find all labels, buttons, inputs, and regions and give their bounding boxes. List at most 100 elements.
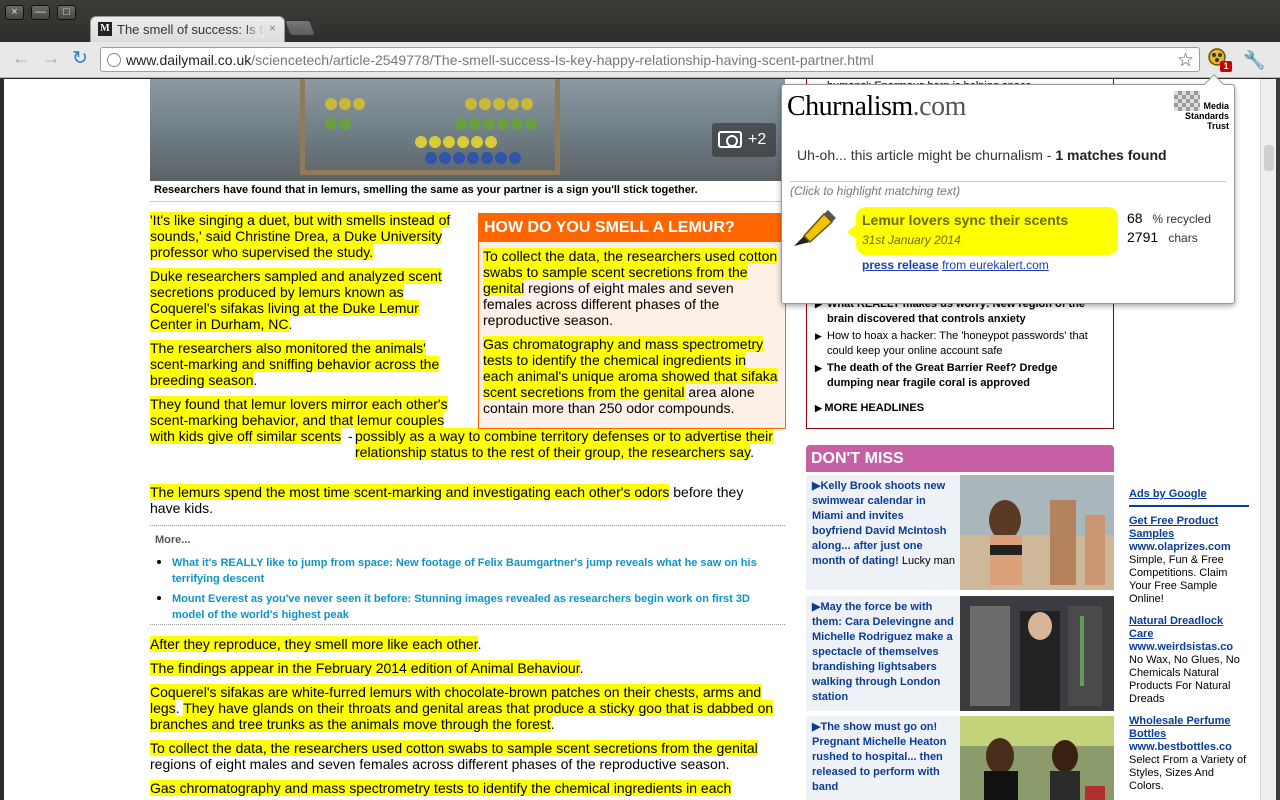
forward-button[interactable]: → [40, 49, 62, 69]
recycled-percent: 68 [1127, 210, 1143, 226]
browser-toolbar: ← → ↻ www.dailymail.co.uk/sciencetech/ar… [0, 42, 1280, 78]
photo-count-label: +2 [748, 131, 767, 148]
tab-title: The smell of success: Is the [117, 22, 265, 38]
recycled-label: % recycled [1152, 212, 1212, 226]
churnalism-extension-button[interactable]: 1 [1207, 47, 1232, 72]
bullet-icon [157, 560, 161, 564]
fact-box-paragraph: To collect the data, the researchers use… [483, 248, 779, 328]
bullet-icon [157, 596, 161, 600]
dont-miss-item[interactable]: ▶The show must go on! Pregnant Michelle … [806, 716, 1114, 800]
arrow-icon: ▶ [815, 403, 825, 413]
highlighted-text[interactable]: possibly as a way to combine territory d… [355, 428, 773, 460]
ad-url[interactable]: www.weirdsistas.co [1129, 641, 1249, 654]
url-host: www.dailymail.co.uk [126, 52, 252, 68]
globe-icon [107, 53, 121, 67]
highlighted-text[interactable]: To collect the data, the researchers use… [150, 740, 758, 756]
more-headlines-label: MORE HEADLINES [824, 402, 925, 414]
article-paragraph: possibly as a way to combine territory d… [355, 428, 773, 460]
ads-by-google-label[interactable]: Ads by Google [1129, 488, 1249, 507]
more-headlines-link[interactable]: ▶ MORE HEADLINES [815, 402, 924, 414]
highlighted-text[interactable]: The findings appear in the February 2014… [150, 660, 580, 676]
dont-miss-headline[interactable]: The show must go on! Pregnant Michelle H… [812, 721, 946, 793]
ad-title[interactable]: Natural Dreadlock Care [1129, 615, 1249, 641]
match-title[interactable]: Lemur lovers sync their scents [862, 212, 1068, 228]
dont-miss-photo[interactable] [960, 596, 1114, 711]
churnalism-message: Uh-oh... this article might be churnalis… [797, 147, 1167, 163]
abacus-bead-row [305, 151, 560, 165]
article-paragraph: To collect the data, the researchers use… [150, 740, 780, 772]
window-close-button[interactable]: × [5, 5, 24, 20]
dont-miss-header: DON'T MISS [806, 445, 1114, 472]
extension-badge: 1 [1220, 61, 1232, 72]
photo-gallery-button[interactable]: +2 [712, 123, 776, 157]
media-standards-trust-logo: Media Standards Trust [1172, 91, 1232, 131]
headline-text: The death of the Great Barrier Reef? Dre… [827, 362, 1058, 389]
article-hero-image[interactable]: +2 [150, 79, 785, 181]
dont-miss-text: ▶Kelly Brook shoots new swimwear calenda… [812, 479, 956, 569]
new-tab-button[interactable] [284, 20, 316, 36]
highlighted-text[interactable]: 'It's like singing a duet, but with smel… [150, 212, 451, 260]
reload-button[interactable]: ↻ [69, 49, 91, 69]
arrow-icon: ▶ [815, 363, 822, 373]
tab-close-icon[interactable]: × [269, 21, 276, 35]
fact-box-paragraph: Gas chromatography and mass spectrometry… [483, 336, 779, 416]
highlighted-text[interactable]: Gas chromatography and mass spectrometry… [150, 780, 732, 796]
dont-miss-headline[interactable]: May the force be with them: Cara Delevin… [812, 601, 954, 703]
match-result[interactable]: Lemur lovers sync their scents 31st Janu… [847, 207, 1118, 255]
dont-miss-item[interactable]: ▶May the force be with them: Cara Delevi… [806, 596, 1114, 711]
match-count: 1 matches found [1055, 147, 1167, 163]
window-edge [1276, 79, 1280, 800]
highlighted-text[interactable]: The researchers also monitored the anima… [150, 340, 440, 388]
fact-box-title: HOW DO YOU SMELL A LEMUR? [479, 214, 785, 242]
bookmark-star-icon[interactable]: ☆ [1177, 49, 1194, 72]
headline-item[interactable]: ▶ How to hoax a hacker: The 'honeypot pas… [815, 329, 1105, 359]
address-bar[interactable]: www.dailymail.co.uk/sciencetech/article-… [100, 47, 1200, 72]
highlighted-text[interactable]: The lemurs spend the most time scent-mar… [150, 484, 670, 500]
highlight-hint: (Click to highlight matching text) [790, 184, 961, 198]
dont-miss-photo[interactable] [960, 475, 1114, 590]
dailymail-favicon-icon: M [98, 22, 112, 36]
window-minimize-button[interactable]: — [31, 5, 50, 20]
highlighted-text[interactable]: They have glands on their throats and ge… [150, 700, 774, 732]
abacus-bead-row [305, 117, 560, 131]
ad-url[interactable]: www.olaprizes.com [1129, 541, 1249, 554]
ad-item[interactable]: Natural Dreadlock Care www.weirdsistas.c… [1129, 615, 1249, 706]
image-caption: Researchers have found that in lemurs, s… [154, 184, 698, 196]
arrow-icon: ▶ [815, 331, 822, 341]
dont-miss-headline[interactable]: Kelly Brook shoots new swimwear calendar… [812, 480, 946, 567]
url-text[interactable]: www.dailymail.co.uk/sciencetech/article-… [126, 52, 874, 68]
ad-item[interactable]: Wholesale Perfume Bottles www.bestbottle… [1129, 715, 1249, 793]
highlighted-text[interactable]: Duke researchers sampled and analyzed sc… [150, 268, 442, 332]
browser-tab[interactable]: M The smell of success: Is the × [90, 16, 285, 42]
ad-url[interactable]: www.bestbottles.co [1129, 741, 1249, 754]
source-type[interactable]: press release [862, 258, 939, 272]
dont-miss-photo[interactable] [960, 716, 1114, 800]
headline-item[interactable]: ▶ The death of the Great Barrier Reef? Dr… [815, 361, 1105, 391]
source-link[interactable]: press release from eurekalert.com [862, 258, 1049, 272]
related-link[interactable]: What it's REALLY like to jump from space… [172, 555, 762, 587]
article-paragraph: Duke researchers sampled and analyzed sc… [150, 268, 442, 332]
popup-divider [790, 181, 1226, 182]
dont-miss-item[interactable]: ▶Kelly Brook shoots new swimwear calenda… [806, 475, 1114, 590]
logo-com: .com [912, 91, 967, 122]
google-ads: Ads by Google Get Free Product Samples w… [1129, 488, 1249, 800]
chars-label: chars [1168, 231, 1198, 245]
article-paragraph: 'It's like singing a duet, but with smel… [150, 212, 462, 260]
message-text: Uh-oh... this article might be churnalis… [797, 147, 1056, 163]
related-link[interactable]: Mount Everest as you've never seen it be… [172, 591, 762, 623]
source-name[interactable]: from eurekalert.com [942, 258, 1049, 272]
wrench-menu-icon[interactable]: 🔧 [1243, 50, 1265, 71]
highlighted-text[interactable]: After they reproduce, they smell more li… [150, 636, 478, 652]
back-button[interactable]: ← [10, 49, 32, 69]
ad-description: Simple, Fun & Free Competitions. Claim Y… [1129, 554, 1228, 605]
ad-item[interactable]: Get Free Product Samples www.olaprizes.c… [1129, 515, 1249, 606]
highlighter-marker-icon [794, 210, 836, 246]
ad-title[interactable]: Get Free Product Samples [1129, 515, 1249, 541]
page-scrollbar[interactable] [1260, 79, 1276, 800]
dont-miss-sub: Lucky man [901, 555, 956, 567]
scrollbar-thumb[interactable] [1264, 145, 1274, 171]
ad-title[interactable]: Wholesale Perfume Bottles [1129, 715, 1249, 741]
dont-miss-text: ▶May the force be with them: Cara Delevi… [812, 600, 956, 705]
window-maximize-button[interactable]: □ [57, 5, 76, 20]
related-title: More... [155, 534, 191, 546]
